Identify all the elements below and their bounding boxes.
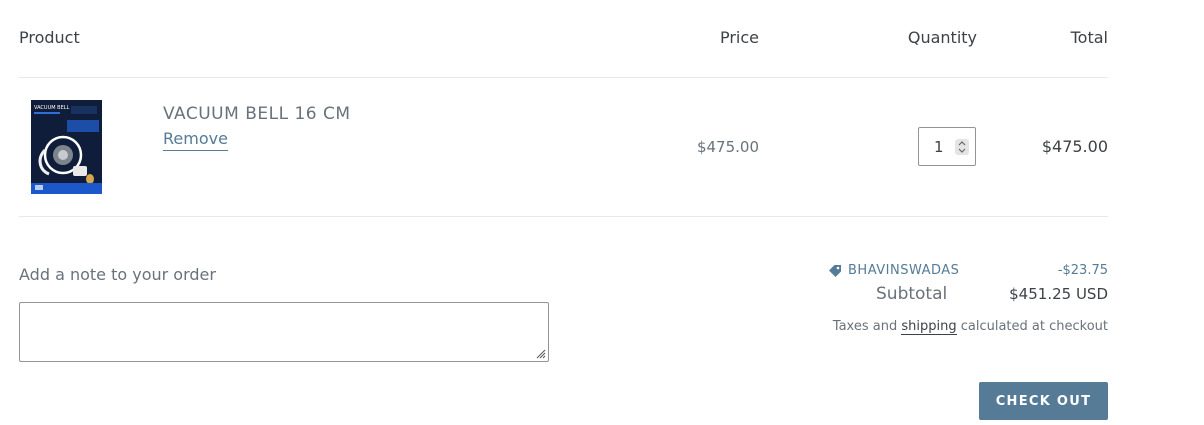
quantity-stepper[interactable]: 1	[918, 127, 976, 166]
checkout-button[interactable]: CHECK OUT	[979, 382, 1108, 420]
tax-note-suffix: calculated at checkout	[960, 319, 1108, 334]
thumbnail-header-text: VACUUM BELL	[34, 105, 70, 111]
shipping-link[interactable]: shipping	[901, 319, 957, 335]
discount-code: BHAVINSWADAS	[848, 263, 960, 278]
subtotal-label: Subtotal	[876, 284, 948, 304]
discount-amount: -$23.75	[1057, 263, 1108, 278]
product-title[interactable]: VACUUM BELL 16 CM	[163, 103, 351, 125]
tag-icon	[829, 265, 841, 277]
spinner-arrows-icon[interactable]	[955, 139, 969, 155]
resize-handle-icon[interactable]	[534, 347, 546, 359]
header-product: Product	[19, 28, 80, 47]
tax-note-prefix: Taxes and	[832, 319, 898, 334]
divider-bottom	[19, 216, 1108, 217]
subtotal-value: $451.25 USD	[1009, 285, 1108, 303]
order-note-label: Add a note to your order	[19, 265, 216, 284]
order-note-textarea[interactable]	[19, 302, 549, 362]
product-thumbnail[interactable]: VACUUM BELL	[31, 100, 102, 194]
product-image: VACUUM BELL	[31, 100, 102, 194]
line-total: $475.00	[1041, 137, 1108, 156]
header-quantity: Quantity	[907, 28, 977, 47]
quantity-value[interactable]: 1	[934, 138, 944, 156]
header-price: Price	[719, 28, 759, 47]
tax-shipping-note: Taxes and shipping calculated at checkou…	[833, 319, 1108, 335]
divider-top	[19, 77, 1108, 78]
header-total: Total	[1070, 28, 1108, 47]
item-price: $475.00	[696, 138, 759, 156]
remove-item-link[interactable]: Remove	[163, 129, 228, 151]
